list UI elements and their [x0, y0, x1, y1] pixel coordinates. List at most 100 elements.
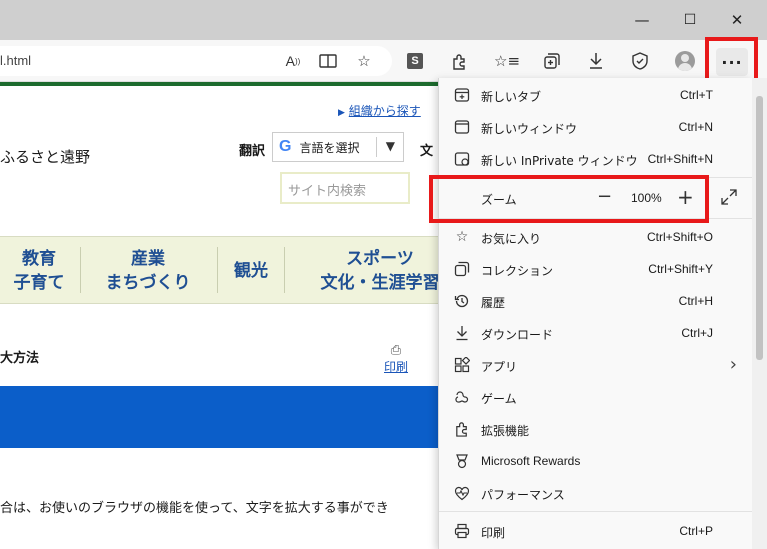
text-size-label: 文 — [420, 144, 434, 159]
nav-item-industry[interactable]: 産業 まちづくり — [88, 247, 208, 295]
menu-item-rewards[interactable]: Microsoft Rewards — [439, 446, 753, 476]
menu-item-extensions[interactable]: 拡張機能 — [439, 414, 753, 444]
menu-item-shortcut: Ctrl+T — [680, 88, 713, 102]
read-aloud-icon[interactable]: A)) — [280, 48, 306, 74]
zoom-label: ズーム — [481, 193, 517, 207]
favorites-icon[interactable]: ☆≡ — [494, 48, 520, 74]
menu-item-label: コレクション — [481, 264, 554, 278]
nav-item-label: 文化・生涯学習 — [320, 273, 440, 293]
menu-separator — [439, 218, 753, 219]
menu-item-label: アプリ — [481, 360, 518, 374]
chevron-down-icon: ▼ — [385, 139, 395, 153]
add-favorite-icon[interactable]: ☆ — [351, 48, 377, 74]
menu-item-games[interactable]: ゲーム — [439, 382, 753, 412]
performance-icon — [453, 484, 471, 502]
menu-separator — [439, 177, 753, 178]
menu-item-label: ゲーム — [481, 392, 517, 406]
zoom-in-button[interactable]: + — [677, 185, 694, 209]
minimize-button[interactable]: — — [630, 8, 654, 32]
extensions-icon — [453, 420, 471, 438]
nav-item-education[interactable]: 教育 子育て — [0, 247, 78, 295]
title-bar: — ☐ ✕ — [0, 0, 767, 40]
menu-item-shortcut: Ctrl+Shift+Y — [648, 262, 713, 276]
menu-item-shortcut: Ctrl+P — [679, 524, 713, 538]
print-link-text: 印刷 — [384, 360, 409, 374]
nav-item-label: 産業 — [131, 249, 165, 269]
menu-item-label: 新しい InPrivate ウィンドウ — [481, 154, 638, 168]
inprivate-icon — [453, 150, 471, 168]
menu-item-performance[interactable]: パフォーマンス — [439, 478, 753, 508]
download-icon — [453, 324, 471, 342]
scrollbar-thumb[interactable] — [756, 96, 763, 360]
nav-item-label: 子育て — [13, 273, 65, 293]
close-button[interactable]: ✕ — [725, 8, 749, 32]
link-arrow-icon: ▶ — [338, 108, 345, 118]
collections-icon[interactable] — [539, 48, 565, 74]
menu-item-label: パフォーマンス — [481, 488, 565, 502]
nav-item-label: 教育 — [22, 249, 56, 269]
profile-avatar-icon[interactable] — [672, 48, 698, 74]
fullscreen-icon[interactable] — [721, 189, 737, 208]
printer-icon: ⎙ — [390, 343, 402, 358]
nav-divider — [284, 247, 285, 293]
menu-item-label: 履歴 — [481, 296, 506, 310]
menu-item-label: ダウンロード — [481, 328, 554, 342]
menu-item-new-window[interactable]: 新しいウィンドウ Ctrl+N — [439, 112, 753, 142]
extensions-icon[interactable] — [446, 48, 472, 74]
page-title-bar — [0, 386, 440, 448]
apps-icon — [453, 356, 471, 374]
menu-item-collections[interactable]: コレクション Ctrl+Shift+Y — [439, 254, 753, 284]
zoom-out-button[interactable]: − — [597, 186, 612, 207]
menu-item-new-tab[interactable]: 新しいタブ Ctrl+T — [439, 80, 753, 110]
collections-icon — [453, 260, 471, 278]
org-search-link-text: 組織から探す — [348, 104, 421, 118]
menu-item-label: お気に入り — [481, 232, 542, 246]
nav-item-label: まちづくり — [105, 273, 191, 293]
immersive-reader-icon[interactable] — [315, 48, 341, 74]
menu-separator — [439, 511, 753, 512]
global-nav: 教育 子育て 産業 まちづくり 観光 スポーツ 文化・生涯学習 — [0, 236, 440, 304]
new-tab-icon — [453, 86, 471, 104]
site-search-input[interactable]: サイト内検索 — [280, 172, 410, 204]
maximize-button[interactable]: ☐ — [678, 8, 702, 32]
google-g-icon: G — [279, 138, 292, 155]
menu-item-inprivate[interactable]: 新しい InPrivate ウィンドウ Ctrl+Shift+N — [439, 144, 753, 174]
menu-item-favorites[interactable]: ☆ お気に入り Ctrl+Shift+O — [439, 222, 753, 252]
menu-item-shortcut: Ctrl+Shift+O — [646, 230, 713, 244]
nav-item-tourism[interactable]: 観光 — [222, 259, 280, 283]
header-green-line — [0, 82, 440, 86]
submenu-arrow-icon: › — [729, 354, 737, 375]
menu-item-label: 新しいタブ — [481, 90, 542, 104]
translate-label: 翻訳 — [239, 144, 266, 159]
menu-item-shortcut: Ctrl+J — [681, 326, 713, 340]
menu-item-apps[interactable]: アプリ › — [439, 350, 753, 380]
nav-divider — [217, 247, 218, 293]
nav-item-sports-culture[interactable]: スポーツ 文化・生涯学習 — [300, 247, 460, 295]
new-window-icon — [453, 118, 471, 136]
favorites-icon: ☆ — [455, 229, 469, 245]
print-link[interactable]: ⎙ 印刷 — [384, 344, 408, 375]
settings-more-button[interactable]: ··· — [716, 48, 748, 76]
zoom-value: 100% — [631, 191, 662, 205]
menu-item-print[interactable]: 印刷 Ctrl+P — [439, 516, 753, 546]
rewards-icon — [453, 452, 471, 470]
menu-item-label: 印刷 — [481, 526, 506, 540]
menu-item-zoom: ズーム − 100% + — [439, 182, 753, 214]
printer-icon — [453, 522, 471, 540]
download-icon[interactable] — [583, 48, 609, 74]
section-title: 大方法 — [0, 351, 40, 366]
menu-item-history[interactable]: 履歴 Ctrl+H — [439, 286, 753, 316]
extension-s-icon[interactable]: S — [402, 48, 428, 74]
translate-select[interactable]: G 言語を選択 ▼ — [272, 132, 404, 162]
menu-item-shortcut: Ctrl+H — [678, 294, 713, 308]
nav-item-label: スポーツ — [346, 249, 414, 269]
translate-select-value: 言語を選択 — [299, 140, 360, 155]
games-icon — [453, 388, 471, 406]
menu-item-label: 拡張機能 — [481, 424, 530, 438]
browser-toolbar: l.html A)) ☆ S ☆≡ ··· — [0, 40, 767, 82]
menu-item-label: Microsoft Rewards — [481, 454, 581, 468]
menu-item-downloads[interactable]: ダウンロード Ctrl+J — [439, 318, 753, 348]
nav-item-label: 観光 — [234, 261, 268, 281]
browser-essentials-icon[interactable] — [627, 48, 653, 74]
org-search-link[interactable]: ▶ 組織から探す — [338, 102, 421, 119]
